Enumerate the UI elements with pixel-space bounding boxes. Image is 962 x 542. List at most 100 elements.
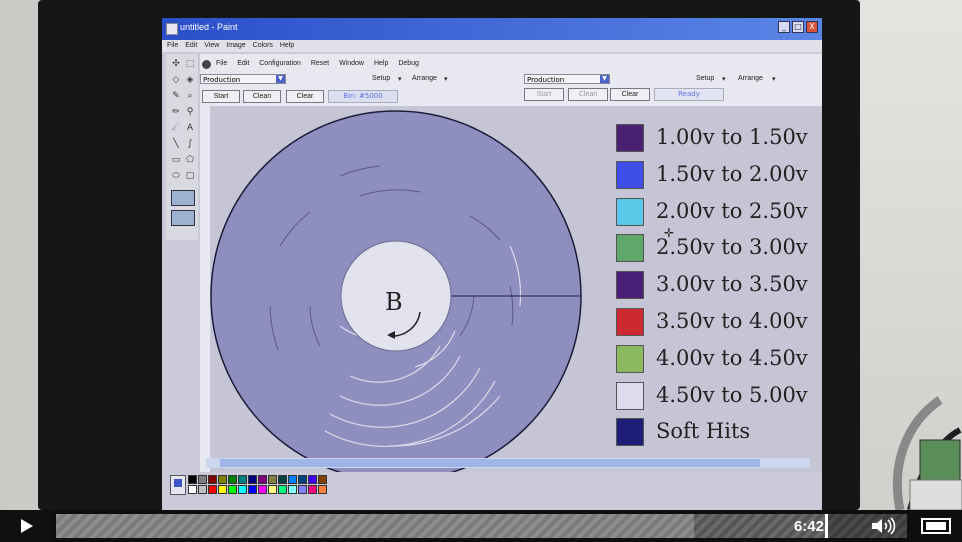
play-button[interactable]	[0, 510, 52, 542]
close-button[interactable]: X	[806, 21, 818, 33]
text-icon[interactable]: A	[184, 122, 196, 134]
palette-color[interactable]	[278, 485, 287, 494]
picker-icon[interactable]: ✎	[170, 90, 182, 102]
polygon-icon[interactable]: ⬠	[184, 154, 196, 166]
left-clean-button[interactable]: Clean	[243, 90, 281, 103]
palette-color[interactable]	[218, 485, 227, 494]
legend-label: 3.00v to 3.50v	[656, 272, 808, 297]
palette-color[interactable]	[208, 475, 217, 484]
app-logo-icon	[202, 60, 211, 69]
menu-edit[interactable]: Edit	[185, 42, 197, 49]
palette-color[interactable]	[318, 475, 327, 484]
palette-color[interactable]	[228, 475, 237, 484]
horizontal-scrollbar[interactable]	[206, 458, 810, 468]
right-clear-button[interactable]: Clear	[610, 88, 650, 101]
palette-color[interactable]	[248, 475, 257, 484]
free-select-icon[interactable]: ✣	[170, 58, 182, 70]
menu-view[interactable]: View	[204, 42, 219, 49]
window-titlebar: untitled - Paint _ □ X	[162, 18, 822, 40]
rectangle-icon[interactable]: ▭	[170, 154, 182, 166]
palette-color[interactable]	[298, 475, 307, 484]
menu-image[interactable]: Image	[226, 42, 245, 49]
palette-color[interactable]	[308, 485, 317, 494]
curve-icon[interactable]: ∫	[184, 138, 196, 150]
palette-color[interactable]	[188, 485, 197, 494]
inner-menu-reset[interactable]: Reset	[311, 60, 329, 67]
legend-swatch	[616, 418, 644, 447]
right-arrange-menu[interactable]: Arrange	[738, 75, 763, 82]
inner-menu-configuration[interactable]: Configuration	[259, 60, 301, 67]
rounded-rect-icon[interactable]: ▢	[184, 170, 196, 182]
left-arrange-menu[interactable]: Arrange	[412, 75, 437, 82]
eraser-icon[interactable]: ◇	[170, 74, 182, 86]
legend-swatch	[616, 197, 644, 226]
palette-color[interactable]	[268, 475, 277, 484]
inner-menu-file[interactable]: File	[216, 60, 227, 67]
palette-color[interactable]	[238, 485, 247, 494]
palette-color[interactable]	[198, 485, 207, 494]
inner-menu-debug[interactable]: Debug	[398, 60, 419, 67]
legend-label: Soft Hits	[656, 419, 751, 444]
magnifier-icon[interactable]: ⌕	[184, 90, 196, 102]
fill-icon[interactable]: ◈	[184, 74, 196, 86]
scrollbar-thumb[interactable]	[220, 459, 760, 467]
palette-color[interactable]	[318, 485, 327, 494]
left-clear-button[interactable]: Clear	[286, 90, 324, 103]
brush-icon[interactable]: ⚲	[184, 106, 196, 118]
color-palette	[170, 475, 340, 499]
right-start-button[interactable]: Start	[524, 88, 564, 101]
maximize-button[interactable]: □	[792, 21, 804, 33]
volume-icon[interactable]	[870, 517, 896, 535]
legend-swatch	[616, 344, 644, 373]
palette-color[interactable]	[198, 475, 207, 484]
pencil-icon[interactable]: ✏	[170, 106, 182, 118]
right-status-field: Ready	[654, 88, 724, 101]
opaque-mode-icon[interactable]	[171, 210, 195, 226]
right-mode-select[interactable]: Production ▼	[524, 74, 610, 84]
right-setup-menu[interactable]: Setup	[696, 75, 714, 82]
palette-color[interactable]	[228, 485, 237, 494]
palette-color[interactable]	[188, 475, 197, 484]
transparent-mode-icon[interactable]	[171, 190, 195, 206]
monitor-bezel: untitled - Paint _ □ X File Edit View Im…	[38, 0, 860, 510]
palette-color[interactable]	[308, 475, 317, 484]
palette-color[interactable]	[258, 485, 267, 494]
paint-canvas[interactable]: File Edit Configuration Reset Window Hel…	[200, 54, 822, 472]
fullscreen-icon[interactable]	[918, 516, 954, 536]
line-icon[interactable]: ╲	[170, 138, 182, 150]
legend-label: 1.00v to 1.50v	[656, 125, 808, 149]
menu-colors[interactable]: Colors	[253, 42, 273, 49]
progress-handle[interactable]	[825, 514, 828, 538]
minimize-button[interactable]: _	[778, 21, 790, 33]
palette-color[interactable]	[298, 485, 307, 494]
palette-color[interactable]	[288, 485, 297, 494]
right-clean-button[interactable]: Clean	[568, 88, 608, 101]
airbrush-icon[interactable]: ☄	[170, 122, 182, 134]
inner-menu-edit[interactable]: Edit	[237, 60, 249, 67]
palette-color[interactable]	[208, 485, 217, 494]
progress-bar[interactable]: 6:42	[56, 514, 907, 538]
video-frame: untitled - Paint _ □ X File Edit View Im…	[0, 0, 962, 542]
palette-color[interactable]	[288, 475, 297, 484]
left-status-field: Bin: #5000	[328, 90, 398, 103]
palette-color[interactable]	[248, 485, 257, 494]
legend-label: 2.50v to 3.00v	[656, 235, 808, 260]
left-mode-select[interactable]: Production ▼	[200, 74, 286, 84]
legend-item: 2.00v to 2.50v	[616, 196, 816, 228]
palette-color[interactable]	[218, 475, 227, 484]
disk-map-svg: B	[210, 110, 582, 472]
inner-menu-help[interactable]: Help	[374, 60, 388, 67]
palette-color[interactable]	[238, 475, 247, 484]
left-start-button[interactable]: Start	[202, 90, 240, 103]
ellipse-icon[interactable]: ⬭	[170, 170, 182, 182]
palette-color[interactable]	[268, 485, 277, 494]
palette-color[interactable]	[278, 475, 287, 484]
rect-select-icon[interactable]: ⬚	[184, 58, 196, 70]
current-color-swatch[interactable]	[170, 475, 186, 495]
voltage-legend: 1.00v to 1.50v 1.50v to 2.00v 2.00v to 2.5…	[616, 122, 816, 447]
inner-menu-window[interactable]: Window	[339, 60, 364, 67]
menu-help[interactable]: Help	[280, 42, 294, 49]
menu-file[interactable]: File	[167, 42, 178, 49]
left-setup-menu[interactable]: Setup	[372, 75, 390, 82]
palette-color[interactable]	[258, 475, 267, 484]
